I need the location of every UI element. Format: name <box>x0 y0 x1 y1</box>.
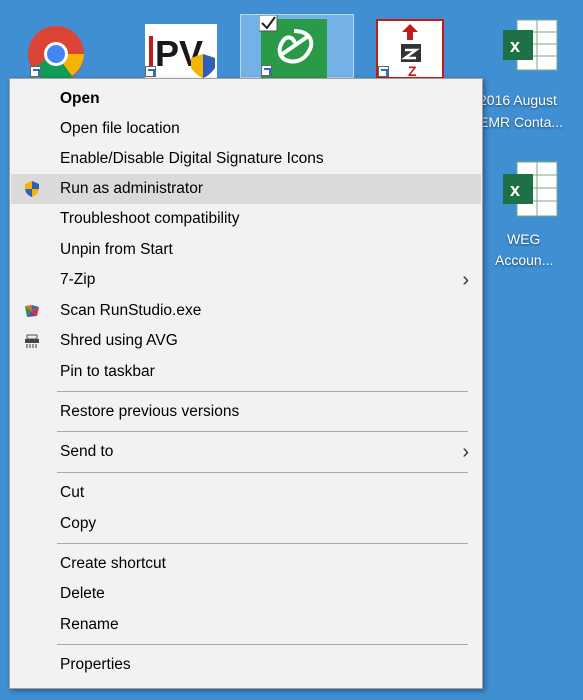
svg-text:Z: Z <box>408 63 417 78</box>
menu-item-create-shortcut[interactable]: Create shortcut <box>11 549 481 579</box>
menu-separator <box>57 543 468 544</box>
excel-icon: x <box>503 161 558 217</box>
excel-weg-label-line2: Accoun... <box>495 252 554 268</box>
excel-emr-label-line1: 2016 August <box>479 92 557 108</box>
menu-item-label: Delete <box>60 585 105 602</box>
menu-item-unpin-from-start[interactable]: Unpin from Start <box>11 235 481 265</box>
menu-item-label: Copy <box>60 515 97 532</box>
excel-weg-desktop-icon[interactable]: x WEG Accoun... <box>483 160 583 280</box>
menu-item-run-as-administrator[interactable]: Run as administrator <box>11 174 481 204</box>
menu-item-label: Open file location <box>60 120 180 137</box>
menu-item-label: 7-Zip <box>60 271 96 288</box>
menu-item-copy[interactable]: Copy <box>11 509 481 539</box>
menu-item-label: Unpin from Start <box>60 241 173 258</box>
menu-item-shred-using-avg[interactable]: Shred using AVG <box>11 326 481 356</box>
chrome-icon <box>28 26 84 82</box>
avast-icon <box>25 305 39 317</box>
menu-item-label: Open <box>60 90 100 107</box>
svg-text:x: x <box>510 36 520 56</box>
menu-item-label: Scan RunStudio.exe <box>60 302 202 319</box>
excel-weg-label-line1: WEG <box>507 231 541 247</box>
menu-separator <box>57 644 468 645</box>
menu-item-label: Cut <box>60 484 85 501</box>
menu-item-open-file-location[interactable]: Open file location <box>11 114 481 144</box>
shortcut-arrow-icon <box>261 65 272 76</box>
menu-item-label: Send to <box>60 443 114 460</box>
menu-separator <box>57 472 468 473</box>
menu-item-7zip[interactable]: 7-Zip › <box>11 265 481 295</box>
chrome-desktop-icon[interactable] <box>14 14 94 82</box>
menu-item-label: Create shortcut <box>60 555 166 572</box>
shortcut-arrow-icon <box>30 66 41 77</box>
context-menu: Open Open file location Enable/Disable D… <box>9 78 483 689</box>
menu-item-open[interactable]: Open <box>11 84 481 114</box>
menu-item-cut[interactable]: Cut <box>11 478 481 508</box>
menu-separator <box>57 391 468 392</box>
menu-item-label: Troubleshoot compatibility <box>60 210 240 227</box>
menu-item-label: Enable/Disable Digital Signature Icons <box>60 150 324 167</box>
menu-item-rename[interactable]: Rename <box>11 610 481 640</box>
excel-emr-desktop-icon[interactable]: x 2016 August EMR Conta... <box>479 18 583 138</box>
chevron-right-icon: › <box>462 269 469 291</box>
excel-icon: x <box>503 19 558 71</box>
chevron-right-icon: › <box>462 441 469 463</box>
menu-item-properties[interactable]: Properties <box>11 650 481 680</box>
menu-item-label: Run as administrator <box>60 180 204 197</box>
shredder-icon <box>25 334 39 348</box>
menu-item-troubleshoot-compatibility[interactable]: Troubleshoot compatibility <box>11 204 481 234</box>
menu-separator <box>57 431 468 432</box>
menu-item-send-to[interactable]: Send to › <box>11 437 481 467</box>
menu-item-label: Restore previous versions <box>60 403 240 420</box>
menu-item-label: Rename <box>60 616 119 633</box>
ipv-desktop-icon[interactable]: PV <box>145 14 217 78</box>
pdf-tool-desktop-icon[interactable]: Z <box>376 14 446 79</box>
menu-item-restore-previous-versions[interactable]: Restore previous versions <box>11 397 481 427</box>
menu-item-digital-signature-icons[interactable]: Enable/Disable Digital Signature Icons <box>11 144 481 174</box>
shortcut-arrow-icon <box>378 66 389 77</box>
menu-item-scan-runstudio[interactable]: Scan RunStudio.exe <box>11 296 481 326</box>
menu-item-label: Properties <box>60 656 131 673</box>
menu-item-label: Shred using AVG <box>60 332 178 349</box>
shield-icon <box>25 181 39 197</box>
menu-item-label: Pin to taskbar <box>60 363 155 380</box>
shortcut-arrow-icon <box>145 66 156 77</box>
runstudio-desktop-icon[interactable] <box>240 14 354 79</box>
menu-item-delete[interactable]: Delete <box>11 579 481 609</box>
menu-item-pin-to-taskbar[interactable]: Pin to taskbar <box>11 357 481 387</box>
excel-emr-label-line2: EMR Conta... <box>479 114 564 130</box>
svg-text:x: x <box>510 180 520 200</box>
